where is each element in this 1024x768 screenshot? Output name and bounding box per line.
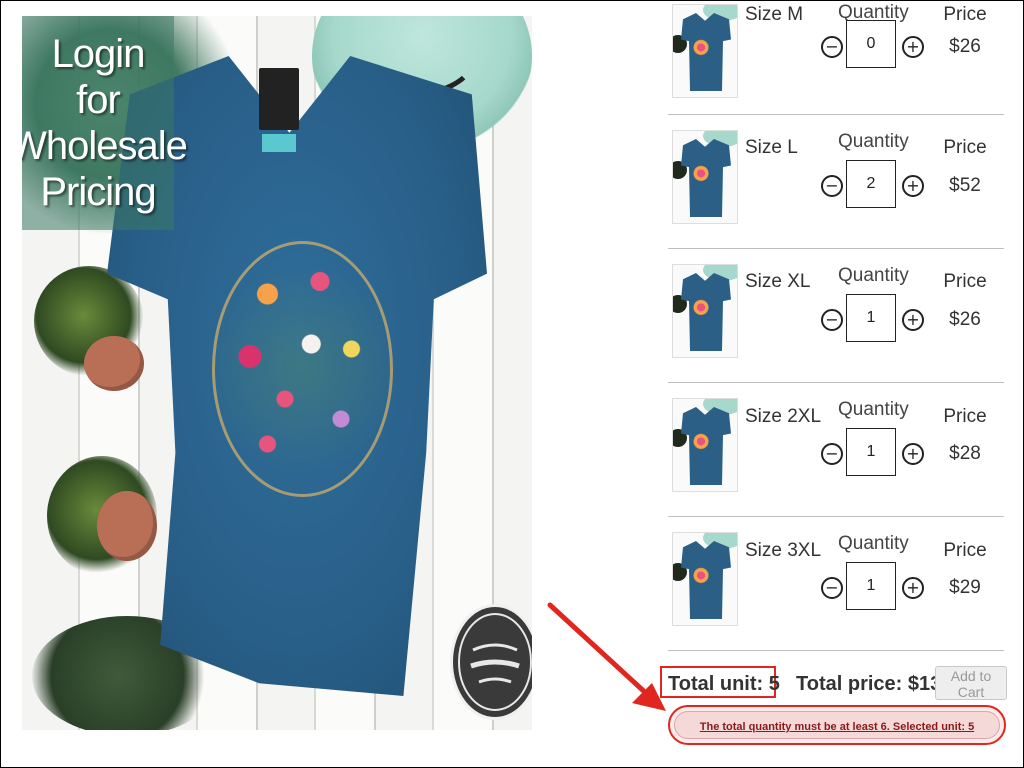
size-row-3xl: Size 3XL Quantity Price − + $29: [668, 532, 1004, 665]
row-divider: [668, 114, 1004, 115]
product-thumbnail: [672, 264, 738, 358]
increment-icon[interactable]: +: [902, 577, 924, 599]
decrement-icon[interactable]: −: [821, 443, 843, 465]
price-value: $29: [949, 577, 981, 598]
quantity-input[interactable]: [846, 562, 896, 610]
add-to-cart-button[interactable]: Add to Cart: [935, 666, 1007, 700]
decrement-icon[interactable]: −: [821, 577, 843, 599]
price-value: $28: [949, 443, 981, 464]
quantity-label: Quantity: [838, 399, 909, 420]
row-divider: [668, 650, 1004, 651]
price-label: Price: [943, 4, 987, 25]
product-thumbnail: [672, 130, 738, 224]
total-unit: Total unit: 5: [668, 673, 780, 695]
size-row-l: Size L Quantity Price − + $52: [668, 130, 1004, 263]
price-value: $26: [949, 36, 981, 57]
product-thumbnail: [672, 532, 738, 626]
increment-icon[interactable]: +: [902, 36, 924, 58]
size-label: Size 3XL: [745, 540, 822, 561]
quantity-label: Quantity: [838, 131, 909, 152]
increment-icon[interactable]: +: [902, 309, 924, 331]
price-label: Price: [943, 540, 987, 561]
size-label: Size 2XL: [745, 406, 822, 427]
product-image: Login for Wholesale Pricing: [22, 16, 532, 730]
quantity-input[interactable]: [846, 20, 896, 68]
quantity-label: Quantity: [838, 533, 909, 554]
decrement-icon[interactable]: −: [821, 309, 843, 331]
decrement-icon[interactable]: −: [821, 36, 843, 58]
decrement-icon[interactable]: −: [821, 175, 843, 197]
price-label: Price: [943, 137, 987, 158]
wholesale-login-banner[interactable]: Login for Wholesale Pricing: [22, 16, 188, 230]
row-divider: [668, 382, 1004, 383]
pot-decoration: [97, 491, 157, 561]
total-price: Total price: $135: [796, 673, 953, 695]
quantity-input[interactable]: [846, 160, 896, 208]
wildflower-wreath-print: [212, 241, 393, 497]
shirt-tag: [259, 68, 299, 130]
min-quantity-error: The total quantity must be at least 6. S…: [668, 705, 1006, 745]
pot-decoration: [84, 336, 144, 391]
error-message-box: The total quantity must be at least 6. S…: [674, 711, 1000, 739]
price-label: Price: [943, 271, 987, 292]
quantity-input[interactable]: [846, 294, 896, 342]
size-row-xl: Size XL Quantity Price − + $26: [668, 264, 1004, 397]
product-thumbnail: [672, 398, 738, 492]
size-label: Size L: [745, 137, 798, 158]
row-divider: [668, 516, 1004, 517]
price-value: $26: [949, 309, 981, 330]
row-divider: [668, 248, 1004, 249]
quantity-input[interactable]: [846, 428, 896, 476]
error-message-text: The total quantity must be at least 6. S…: [699, 721, 975, 733]
increment-icon[interactable]: +: [902, 443, 924, 465]
wholesale-login-text: Login for Wholesale Pricing: [22, 32, 188, 214]
quantity-label: Quantity: [838, 265, 909, 286]
product-thumbnail: [672, 4, 738, 98]
red-arrow-icon: [547, 602, 666, 711]
size-row-m: Size M Quantity Price − + $26: [668, 2, 1004, 137]
shirt-tag-label: [262, 134, 296, 152]
brand-logo-icon: [458, 613, 532, 711]
price-value: $52: [949, 175, 981, 196]
increment-icon[interactable]: +: [902, 175, 924, 197]
size-label: Size XL: [745, 271, 811, 292]
brand-logo-seal: [450, 604, 532, 720]
price-label: Price: [943, 406, 987, 427]
size-row-2xl: Size 2XL Quantity Price − + $28: [668, 398, 1004, 531]
size-label: Size M: [745, 4, 804, 25]
